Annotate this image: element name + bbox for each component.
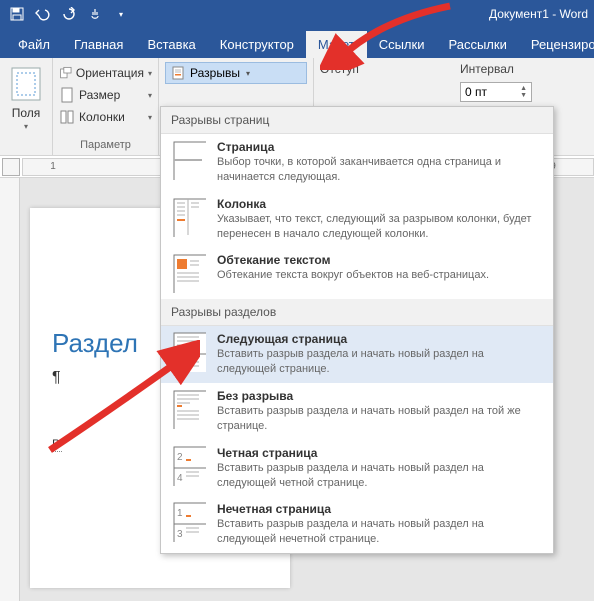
chevron-down-icon: ▾ [148, 69, 152, 78]
vertical-ruler[interactable] [0, 178, 20, 601]
columns-button[interactable]: Колонки ▾ [59, 106, 152, 128]
menu-item-text-wrapping[interactable]: Обтекание текстом Обтекание текста вокру… [161, 247, 553, 299]
menu-header-section-breaks: Разрывы разделов [161, 299, 553, 326]
menu-item-desc: Указывает, что текст, следующий за разры… [217, 212, 543, 242]
margins-icon [6, 64, 46, 104]
tab-review[interactable]: Рецензирован [519, 31, 594, 58]
menu-item-next-page[interactable]: Следующая страница Вставить разрыв разде… [161, 326, 553, 383]
title-bar: ▾ Документ1 - Word [0, 0, 594, 28]
menu-item-desc: Вставить разрыв раздела и начать новый р… [217, 461, 543, 491]
breaks-menu: Разрывы страниц Страница Выбор точки, в … [160, 106, 554, 554]
size-label: Размер [79, 88, 120, 102]
page-break-icon [171, 140, 207, 180]
undo-icon[interactable] [32, 3, 54, 25]
touch-mode-icon[interactable] [84, 3, 106, 25]
breaks-icon [172, 66, 186, 80]
orientation-button[interactable]: Ориентация ▾ [59, 62, 152, 84]
spacing-before-input[interactable]: 0 пт ▲▼ [460, 82, 532, 102]
menu-item-desc: Обтекание текста вокруг объектов на веб-… [217, 268, 543, 283]
save-icon[interactable] [6, 3, 28, 25]
menu-item-even-page[interactable]: 24 Четная страница Вставить разрыв разде… [161, 440, 553, 497]
svg-text:1: 1 [177, 508, 183, 519]
tab-insert[interactable]: Вставка [135, 31, 207, 58]
text-wrapping-break-icon [171, 253, 207, 293]
annotation-arrow-1 [320, 0, 460, 70]
menu-item-title: Нечетная страница [217, 502, 543, 516]
menu-item-continuous[interactable]: Без разрыва Вставить разрыв раздела и на… [161, 383, 553, 440]
spacing-label: Интервал [460, 62, 588, 82]
page-setup-group: Ориентация ▾ Размер ▾ Колонки ▾ Параметр [53, 58, 159, 155]
size-button[interactable]: Размер ▾ [59, 84, 152, 106]
menu-item-desc: Вставить разрыв раздела и начать новый р… [217, 517, 543, 547]
document-title: Документ1 - Word [489, 7, 588, 21]
orientation-label: Ориентация [76, 66, 144, 80]
qat-customize-icon[interactable]: ▾ [110, 3, 132, 25]
chevron-down-icon: ▾ [246, 69, 250, 78]
chevron-down-icon: ▾ [148, 113, 152, 122]
ribbon-tabs: Файл Главная Вставка Конструктор Макет С… [0, 28, 594, 58]
menu-item-title: Следующая страница [217, 332, 543, 346]
svg-text:3: 3 [177, 529, 183, 540]
menu-item-title: Обтекание текстом [217, 253, 543, 267]
redo-icon[interactable] [58, 3, 80, 25]
orientation-icon [59, 65, 72, 81]
breaks-label: Разрывы [190, 66, 240, 80]
tab-home[interactable]: Главная [62, 31, 135, 58]
menu-item-title: Без разрыва [217, 389, 543, 403]
menu-item-page[interactable]: Страница Выбор точки, в которой заканчив… [161, 134, 553, 191]
margins-label: Поля [12, 106, 41, 120]
tab-design[interactable]: Конструктор [208, 31, 306, 58]
menu-item-title: Колонка [217, 197, 543, 211]
menu-item-odd-page[interactable]: 13 Нечетная страница Вставить разрыв раз… [161, 496, 553, 553]
menu-header-page-breaks: Разрывы страниц [161, 107, 553, 134]
tab-selector[interactable] [2, 158, 20, 176]
menu-item-desc: Выбор точки, в которой заканчивается одн… [217, 155, 543, 185]
annotation-arrow-2 [40, 340, 200, 460]
breaks-button[interactable]: Разрывы ▾ [165, 62, 307, 84]
menu-item-column[interactable]: Колонка Указывает, что текст, следующий … [161, 191, 553, 248]
chevron-down-icon: ▾ [148, 91, 152, 100]
svg-text:4: 4 [177, 473, 183, 484]
page-setup-label: Параметр [59, 139, 152, 153]
menu-item-desc: Вставить разрыв раздела и начать новый р… [217, 404, 543, 434]
spinner-arrows-icon: ▲▼ [520, 85, 527, 99]
quick-access-toolbar: ▾ [6, 3, 132, 25]
menu-item-desc: Вставить разрыв раздела и начать новый р… [217, 347, 543, 377]
odd-page-break-icon: 13 [171, 502, 207, 542]
spacing-before-value: 0 пт [465, 85, 487, 99]
tab-file[interactable]: Файл [6, 31, 62, 58]
margins-button[interactable]: Поля ▾ [0, 58, 53, 155]
column-break-icon [171, 197, 207, 237]
menu-item-title: Страница [217, 140, 543, 154]
columns-icon [59, 109, 75, 125]
columns-label: Колонки [79, 110, 125, 124]
size-icon [59, 87, 75, 103]
menu-item-title: Четная страница [217, 446, 543, 460]
